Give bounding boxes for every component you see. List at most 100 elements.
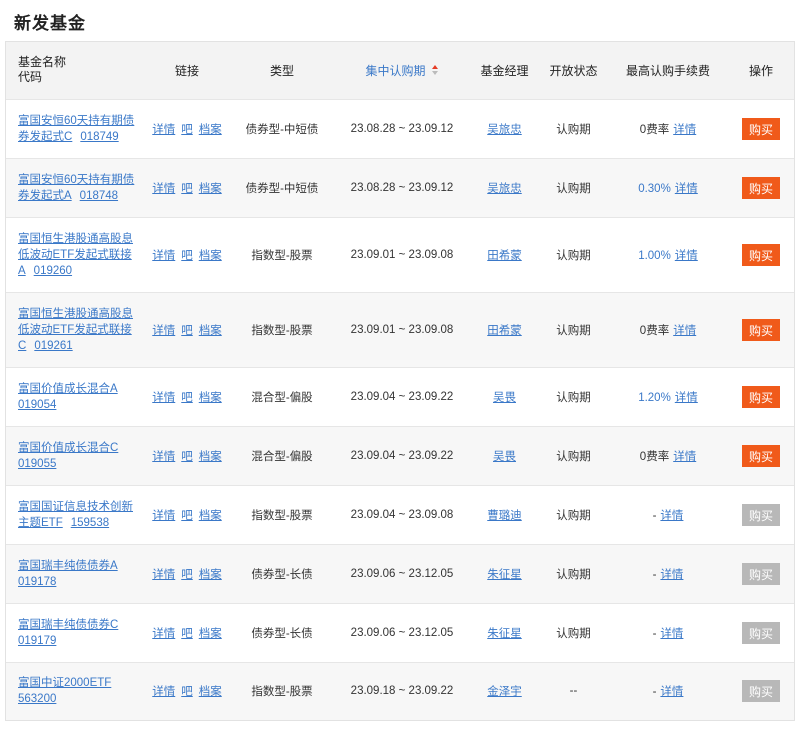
- bar-link[interactable]: 吧: [181, 628, 193, 640]
- fee-rate: -: [652, 509, 657, 522]
- fund-name-line[interactable]: 富国安恒60天持有期债: [18, 115, 134, 127]
- fund-name-cell: 富国安恒60天持有期债 券发起式C 018749: [6, 99, 144, 158]
- buy-button[interactable]: 购买: [742, 176, 780, 199]
- fee-detail-link[interactable]: 详情: [675, 392, 698, 404]
- fund-name-line[interactable]: 富国安恒60天持有期债: [18, 174, 134, 186]
- fund-name-line[interactable]: A: [18, 265, 26, 277]
- detail-link[interactable]: 详情: [152, 569, 175, 581]
- fund-code-link[interactable]: 019055: [18, 458, 56, 470]
- archive-link[interactable]: 档案: [199, 250, 222, 262]
- fund-code-link[interactable]: 019054: [18, 399, 56, 411]
- fund-name-line[interactable]: C: [18, 340, 26, 352]
- fund-name-link[interactable]: 富国价值成长混合C: [18, 442, 118, 454]
- fund-type: 指数型-股票: [251, 509, 313, 522]
- archive-link[interactable]: 档案: [199, 510, 222, 522]
- open-status: 认购期: [556, 324, 591, 337]
- fund-manager-link[interactable]: 吴旅忠: [487, 124, 522, 136]
- archive-link[interactable]: 档案: [199, 569, 222, 581]
- fee-detail-link[interactable]: 详情: [673, 451, 696, 463]
- fund-code-link[interactable]: 563200: [18, 693, 56, 705]
- fund-manager-link[interactable]: 吴畏: [493, 392, 516, 404]
- detail-link[interactable]: 详情: [152, 628, 175, 640]
- bar-link[interactable]: 吧: [181, 510, 193, 522]
- sort-asc-icon[interactable]: [431, 65, 439, 76]
- fund-code-link[interactable]: 018749: [80, 131, 118, 143]
- fund-code-link[interactable]: 019260: [34, 265, 72, 277]
- table-row: 富国瑞丰纯债债券C 019179 详情吧档案 债券型-长债 23.09.06 ~ 23.…: [6, 603, 794, 662]
- fund-manager-link[interactable]: 曹璐迪: [487, 510, 522, 522]
- fund-name-link[interactable]: 富国瑞丰纯债债券A: [18, 560, 118, 572]
- buy-button-disabled[interactable]: 购买: [742, 621, 780, 644]
- detail-link[interactable]: 详情: [152, 183, 175, 195]
- fund-manager-link[interactable]: 吴畏: [493, 451, 516, 463]
- archive-link[interactable]: 档案: [199, 392, 222, 404]
- bar-link[interactable]: 吧: [181, 392, 193, 404]
- fund-name-line[interactable]: 富国中证2000ETF: [18, 677, 111, 689]
- fund-name-line[interactable]: 富国瑞丰纯债债券A: [18, 560, 118, 572]
- fee-detail-link[interactable]: 详情: [675, 183, 698, 195]
- fund-name-link[interactable]: 富国中证2000ETF: [18, 677, 111, 689]
- buy-button[interactable]: 购买: [742, 243, 780, 266]
- fund-name-line[interactable]: 券发起式A: [18, 190, 72, 202]
- detail-link[interactable]: 详情: [152, 250, 175, 262]
- archive-link[interactable]: 档案: [199, 628, 222, 640]
- archive-link[interactable]: 档案: [199, 686, 222, 698]
- buy-button[interactable]: 购买: [742, 444, 780, 467]
- archive-link[interactable]: 档案: [199, 183, 222, 195]
- fee-detail-link[interactable]: 详情: [660, 569, 683, 581]
- fee-detail-link[interactable]: 详情: [660, 686, 683, 698]
- fund-manager-link[interactable]: 朱征星: [487, 569, 522, 581]
- fund-name-line[interactable]: 富国价值成长混合C: [18, 442, 118, 454]
- fund-name-line[interactable]: 主题ETF: [18, 517, 63, 529]
- fund-name-line[interactable]: 券发起式C: [18, 131, 72, 143]
- fund-name-line[interactable]: 富国价值成长混合A: [18, 383, 118, 395]
- fund-code-link[interactable]: 019178: [18, 576, 56, 588]
- column-header-period[interactable]: 集中认购期: [334, 42, 470, 99]
- fee-detail-link[interactable]: 详情: [673, 124, 696, 136]
- fund-name-line[interactable]: 低波动ETF发起式联接: [18, 249, 132, 261]
- fee-detail-link[interactable]: 详情: [675, 250, 698, 262]
- fund-code-link[interactable]: 019179: [18, 635, 56, 647]
- fund-code-link[interactable]: 018748: [80, 190, 118, 202]
- detail-link[interactable]: 详情: [152, 124, 175, 136]
- fund-name-line[interactable]: 低波动ETF发起式联接: [18, 324, 132, 336]
- fund-name-line[interactable]: 富国恒生港股通高股息: [18, 233, 133, 245]
- column-header-period-label[interactable]: 集中认购期: [365, 64, 425, 78]
- fund-manager-link[interactable]: 田希蒙: [487, 250, 522, 262]
- detail-link[interactable]: 详情: [152, 510, 175, 522]
- fund-manager-link[interactable]: 吴旅忠: [487, 183, 522, 195]
- fund-code-link[interactable]: 159538: [71, 517, 109, 529]
- bar-link[interactable]: 吧: [181, 124, 193, 136]
- bar-link[interactable]: 吧: [181, 569, 193, 581]
- fee-detail-link[interactable]: 详情: [660, 510, 683, 522]
- fund-manager-link[interactable]: 朱征星: [487, 628, 522, 640]
- buy-button[interactable]: 购买: [742, 385, 780, 408]
- detail-link[interactable]: 详情: [152, 325, 175, 337]
- fee-detail-link[interactable]: 详情: [660, 628, 683, 640]
- fund-name-link[interactable]: 富国瑞丰纯债债券C: [18, 619, 118, 631]
- bar-link[interactable]: 吧: [181, 451, 193, 463]
- bar-link[interactable]: 吧: [181, 686, 193, 698]
- fund-code-link[interactable]: 019261: [34, 340, 72, 352]
- fund-name-line[interactable]: 富国恒生港股通高股息: [18, 308, 133, 320]
- archive-link[interactable]: 档案: [199, 124, 222, 136]
- fund-name-link[interactable]: 富国价值成长混合A: [18, 383, 118, 395]
- fund-manager-link[interactable]: 田希蒙: [487, 325, 522, 337]
- fund-name-line[interactable]: 富国国证信息技术创新: [18, 501, 133, 513]
- fund-name-line[interactable]: 富国瑞丰纯债债券C: [18, 619, 118, 631]
- archive-link[interactable]: 档案: [199, 325, 222, 337]
- buy-button[interactable]: 购买: [742, 117, 780, 140]
- detail-link[interactable]: 详情: [152, 392, 175, 404]
- bar-link[interactable]: 吧: [181, 325, 193, 337]
- buy-button[interactable]: 购买: [742, 318, 780, 341]
- detail-link[interactable]: 详情: [152, 686, 175, 698]
- buy-button-disabled[interactable]: 购买: [742, 503, 780, 526]
- detail-link[interactable]: 详情: [152, 451, 175, 463]
- buy-button-disabled[interactable]: 购买: [742, 680, 780, 703]
- fund-manager-link[interactable]: 金泽宇: [487, 686, 522, 698]
- bar-link[interactable]: 吧: [181, 250, 193, 262]
- fee-detail-link[interactable]: 详情: [673, 325, 696, 337]
- archive-link[interactable]: 档案: [199, 451, 222, 463]
- bar-link[interactable]: 吧: [181, 183, 193, 195]
- buy-button-disabled[interactable]: 购买: [742, 562, 780, 585]
